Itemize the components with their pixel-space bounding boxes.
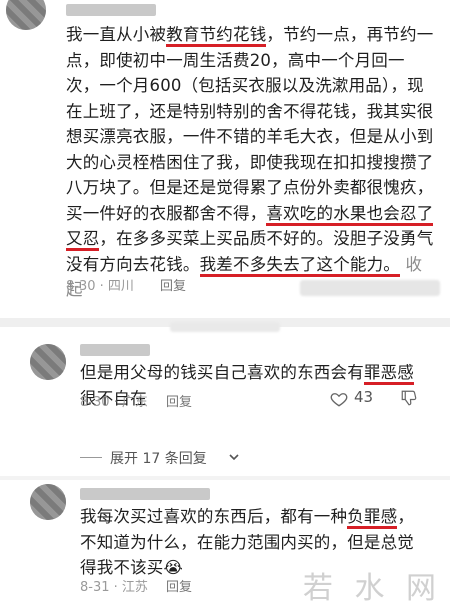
dislike-icon[interactable]	[400, 389, 418, 407]
blurred-area	[170, 322, 280, 332]
comment-text: 我一直从小被教育节约花钱，节约一点，再节约一点，即使初中一周生活费20，高中一个…	[66, 22, 438, 303]
text-segment: 我每次买过喜欢的东西后，都有一种	[80, 507, 348, 526]
text-segment: ，节约一点，再节约一点，即使初中一周生活费20，高中一个月回一次，一个月600（…	[66, 25, 434, 223]
avatar[interactable]	[30, 344, 66, 380]
avatar[interactable]	[30, 484, 66, 520]
watermark: 若 水 网	[302, 571, 442, 606]
reply-button[interactable]: 回复	[160, 275, 186, 294]
divider	[0, 476, 450, 480]
underlined-phrase: 我差不多失去了这个能力。	[199, 254, 401, 277]
comment-meta: 8-30 · 四川	[66, 279, 134, 294]
avatar[interactable]	[6, 0, 46, 30]
comment-meta: 8-30 · 广东	[80, 395, 148, 410]
text-segment: 但是用父母的钱买自己喜欢的东西会有	[80, 363, 364, 382]
like-count: 43	[354, 388, 374, 406]
underlined-phrase: 教育节约花钱	[166, 25, 267, 47]
expand-label[interactable]: 展开 17 条回复	[110, 448, 207, 468]
expand-line	[80, 457, 102, 458]
username-blurred	[80, 344, 150, 356]
chevron-down-icon	[229, 454, 239, 461]
username-blurred	[80, 488, 210, 500]
comment-card-2: 但是用父母的钱买自己喜欢的东西会有罪恶感很不自在 8-30 · 广东 回复 43	[0, 336, 450, 436]
username-blurred	[66, 4, 156, 16]
comment-card-1: 我一直从小被教育节约花钱，节约一点，再节约一点，即使初中一周生活费20，高中一个…	[0, 0, 450, 310]
underlined-phrase: 罪恶感	[363, 363, 415, 385]
reply-button[interactable]: 回复	[166, 576, 192, 595]
blurred-area	[300, 280, 440, 296]
comment-meta: 8-31 · 江苏	[80, 580, 148, 595]
reply-button[interactable]: 回复	[166, 391, 192, 410]
underlined-phrase: 负罪感	[347, 507, 398, 529]
text-segment: 我一直从小被	[66, 25, 167, 44]
like-heart-icon[interactable]	[330, 390, 348, 408]
